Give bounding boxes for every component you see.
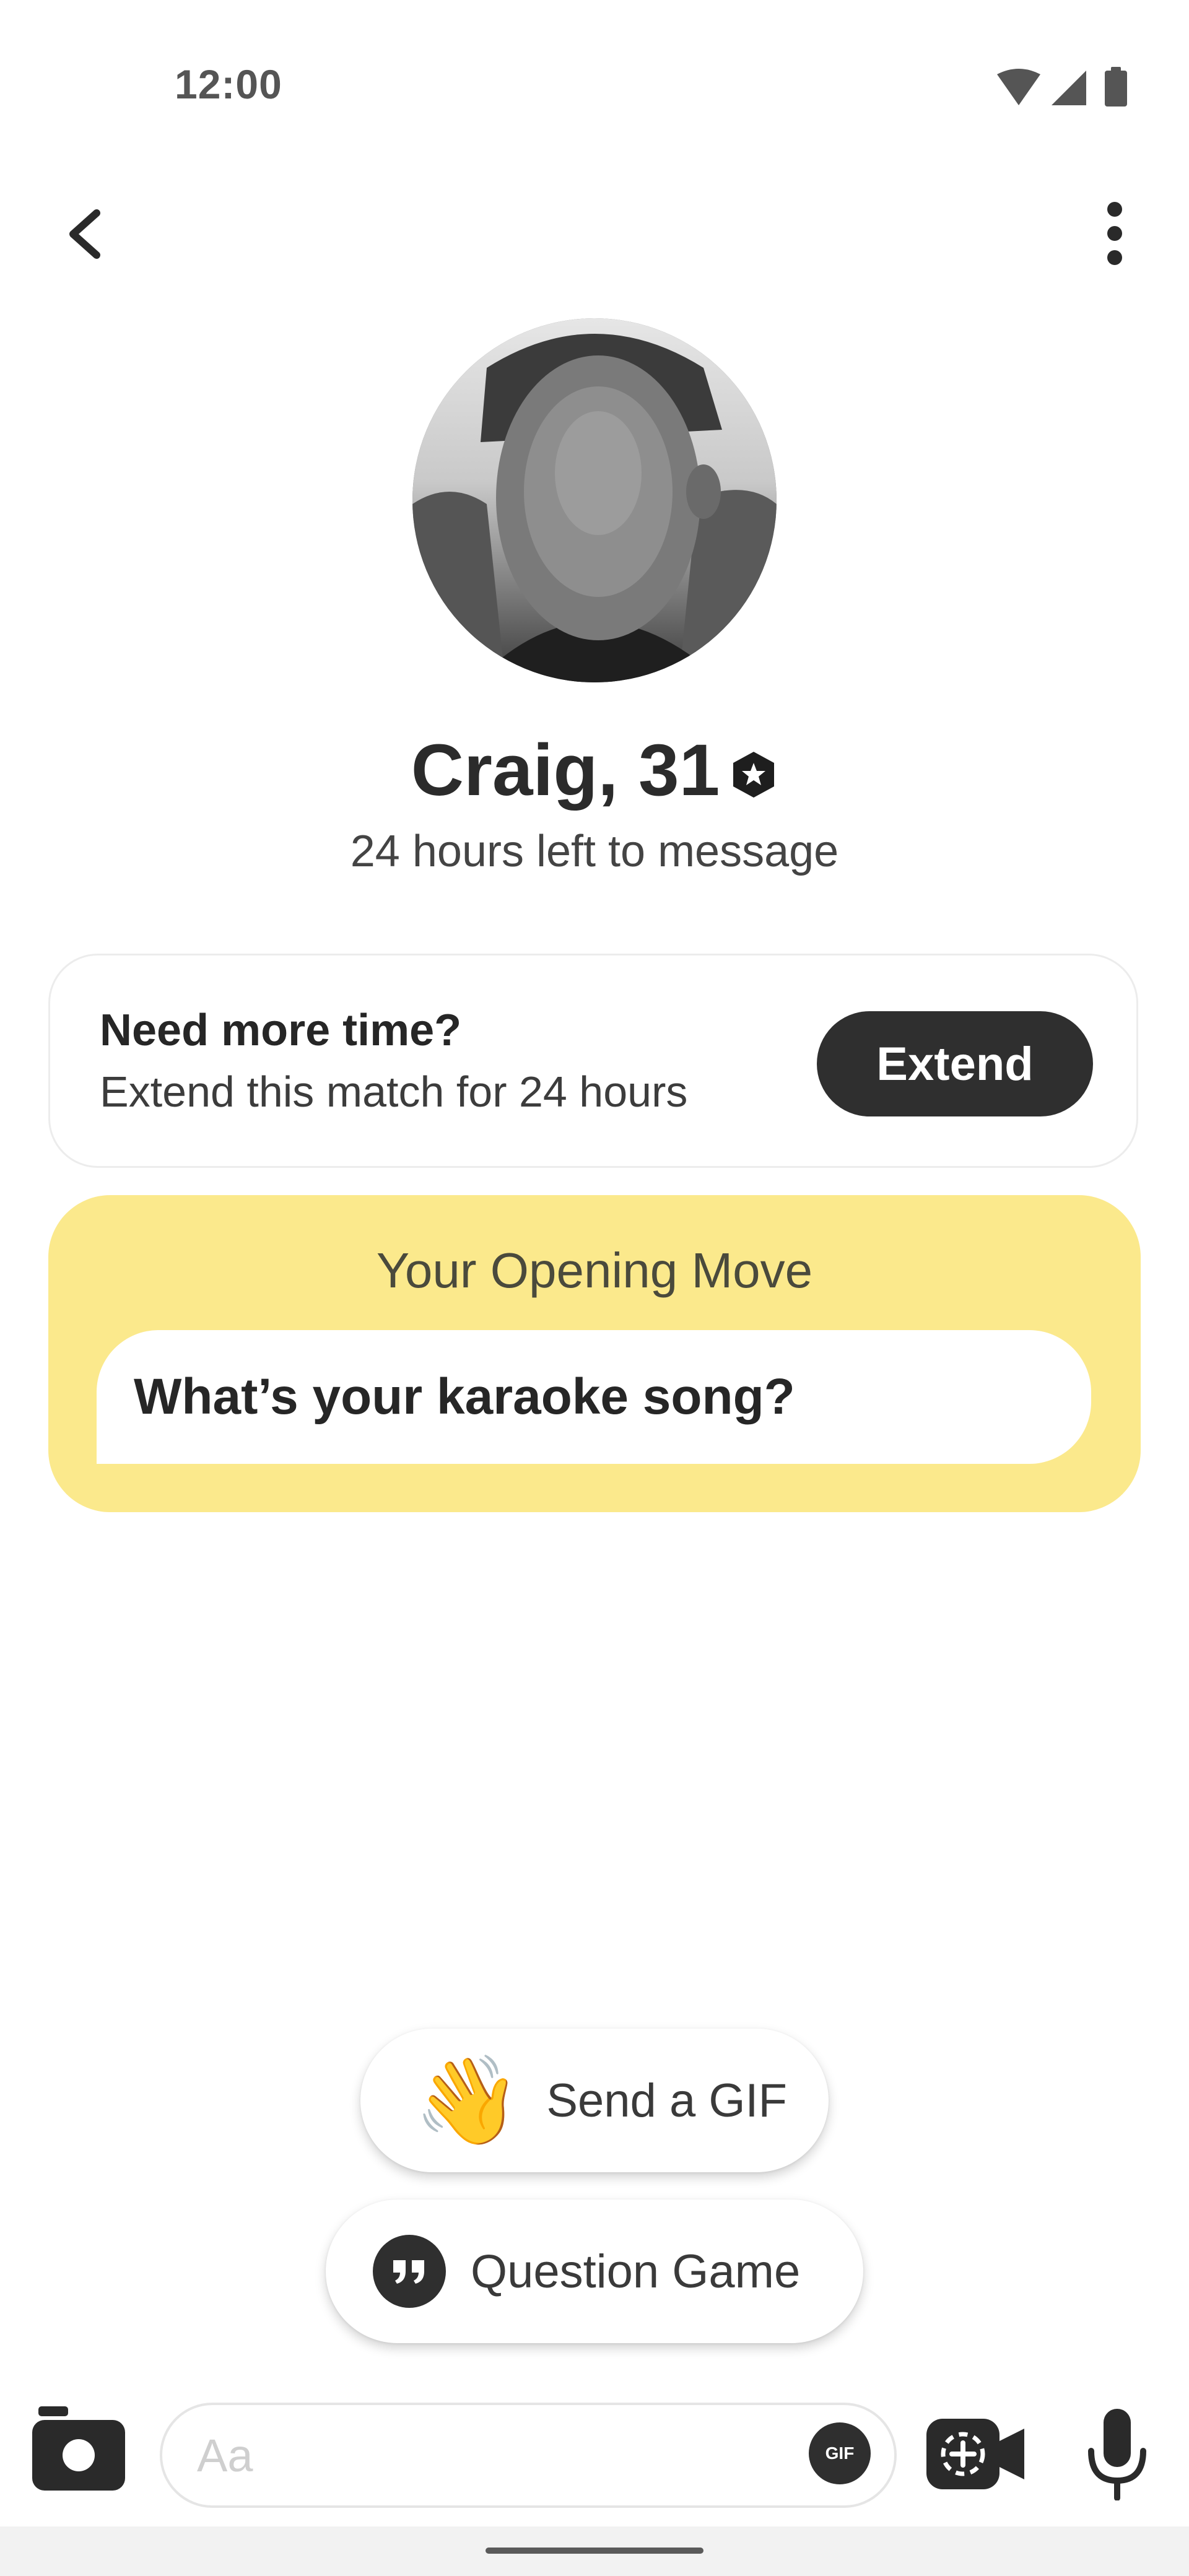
avatar-photo xyxy=(412,318,777,682)
video-call-icon xyxy=(926,2419,1024,2489)
wifi-icon xyxy=(997,69,1040,105)
opening-move-card: Your Opening Move What’s your karaoke so… xyxy=(48,1195,1141,1512)
gif-button[interactable]: GIF xyxy=(809,2422,871,2484)
home-indicator[interactable] xyxy=(486,2548,703,2554)
status-time: 12:00 xyxy=(175,61,282,107)
profile-name-row: Craig, 31 xyxy=(0,728,1189,812)
profile-avatar[interactable] xyxy=(412,318,777,682)
time-left-text: 24 hours left to message xyxy=(350,827,839,876)
chevron-left-icon xyxy=(69,209,100,259)
extend-card-subtitle: Extend this match for 24 hours xyxy=(100,1068,688,1116)
opening-move-title: Your Opening Move xyxy=(376,1243,813,1298)
back-button[interactable] xyxy=(56,199,118,268)
extend-match-card: Need more time? Extend this match for 24… xyxy=(48,954,1138,1168)
opening-move-question[interactable]: What’s your karaoke song? xyxy=(97,1330,1091,1464)
question-game-button[interactable]: Question Game xyxy=(326,2200,863,2343)
microphone-icon xyxy=(1088,2409,1146,2501)
microphone-button[interactable] xyxy=(1085,2409,1149,2501)
more-vertical-icon xyxy=(1107,202,1122,265)
extend-button[interactable]: Extend xyxy=(817,1011,1093,1116)
verified-badge-icon xyxy=(733,752,775,798)
more-options-button[interactable] xyxy=(1090,199,1139,268)
waving-hand-emoji: 👋 xyxy=(414,2052,522,2149)
quote-icon xyxy=(373,2235,446,2308)
send-gif-label: Send a GIF xyxy=(546,2074,787,2127)
extend-card-title: Need more time? xyxy=(100,1006,462,1055)
message-input[interactable] xyxy=(160,2403,897,2508)
profile-name: Craig, 31 xyxy=(411,729,720,811)
battery-icon xyxy=(1105,67,1127,107)
question-game-label: Question Game xyxy=(471,2245,801,2298)
video-call-button[interactable] xyxy=(926,2414,1026,2494)
camera-button[interactable] xyxy=(32,2406,125,2491)
status-icons xyxy=(997,67,1127,107)
camera-icon xyxy=(32,2406,125,2491)
send-gif-button[interactable]: 👋 Send a GIF xyxy=(360,2029,829,2172)
cellular-signal-icon xyxy=(1052,71,1086,105)
